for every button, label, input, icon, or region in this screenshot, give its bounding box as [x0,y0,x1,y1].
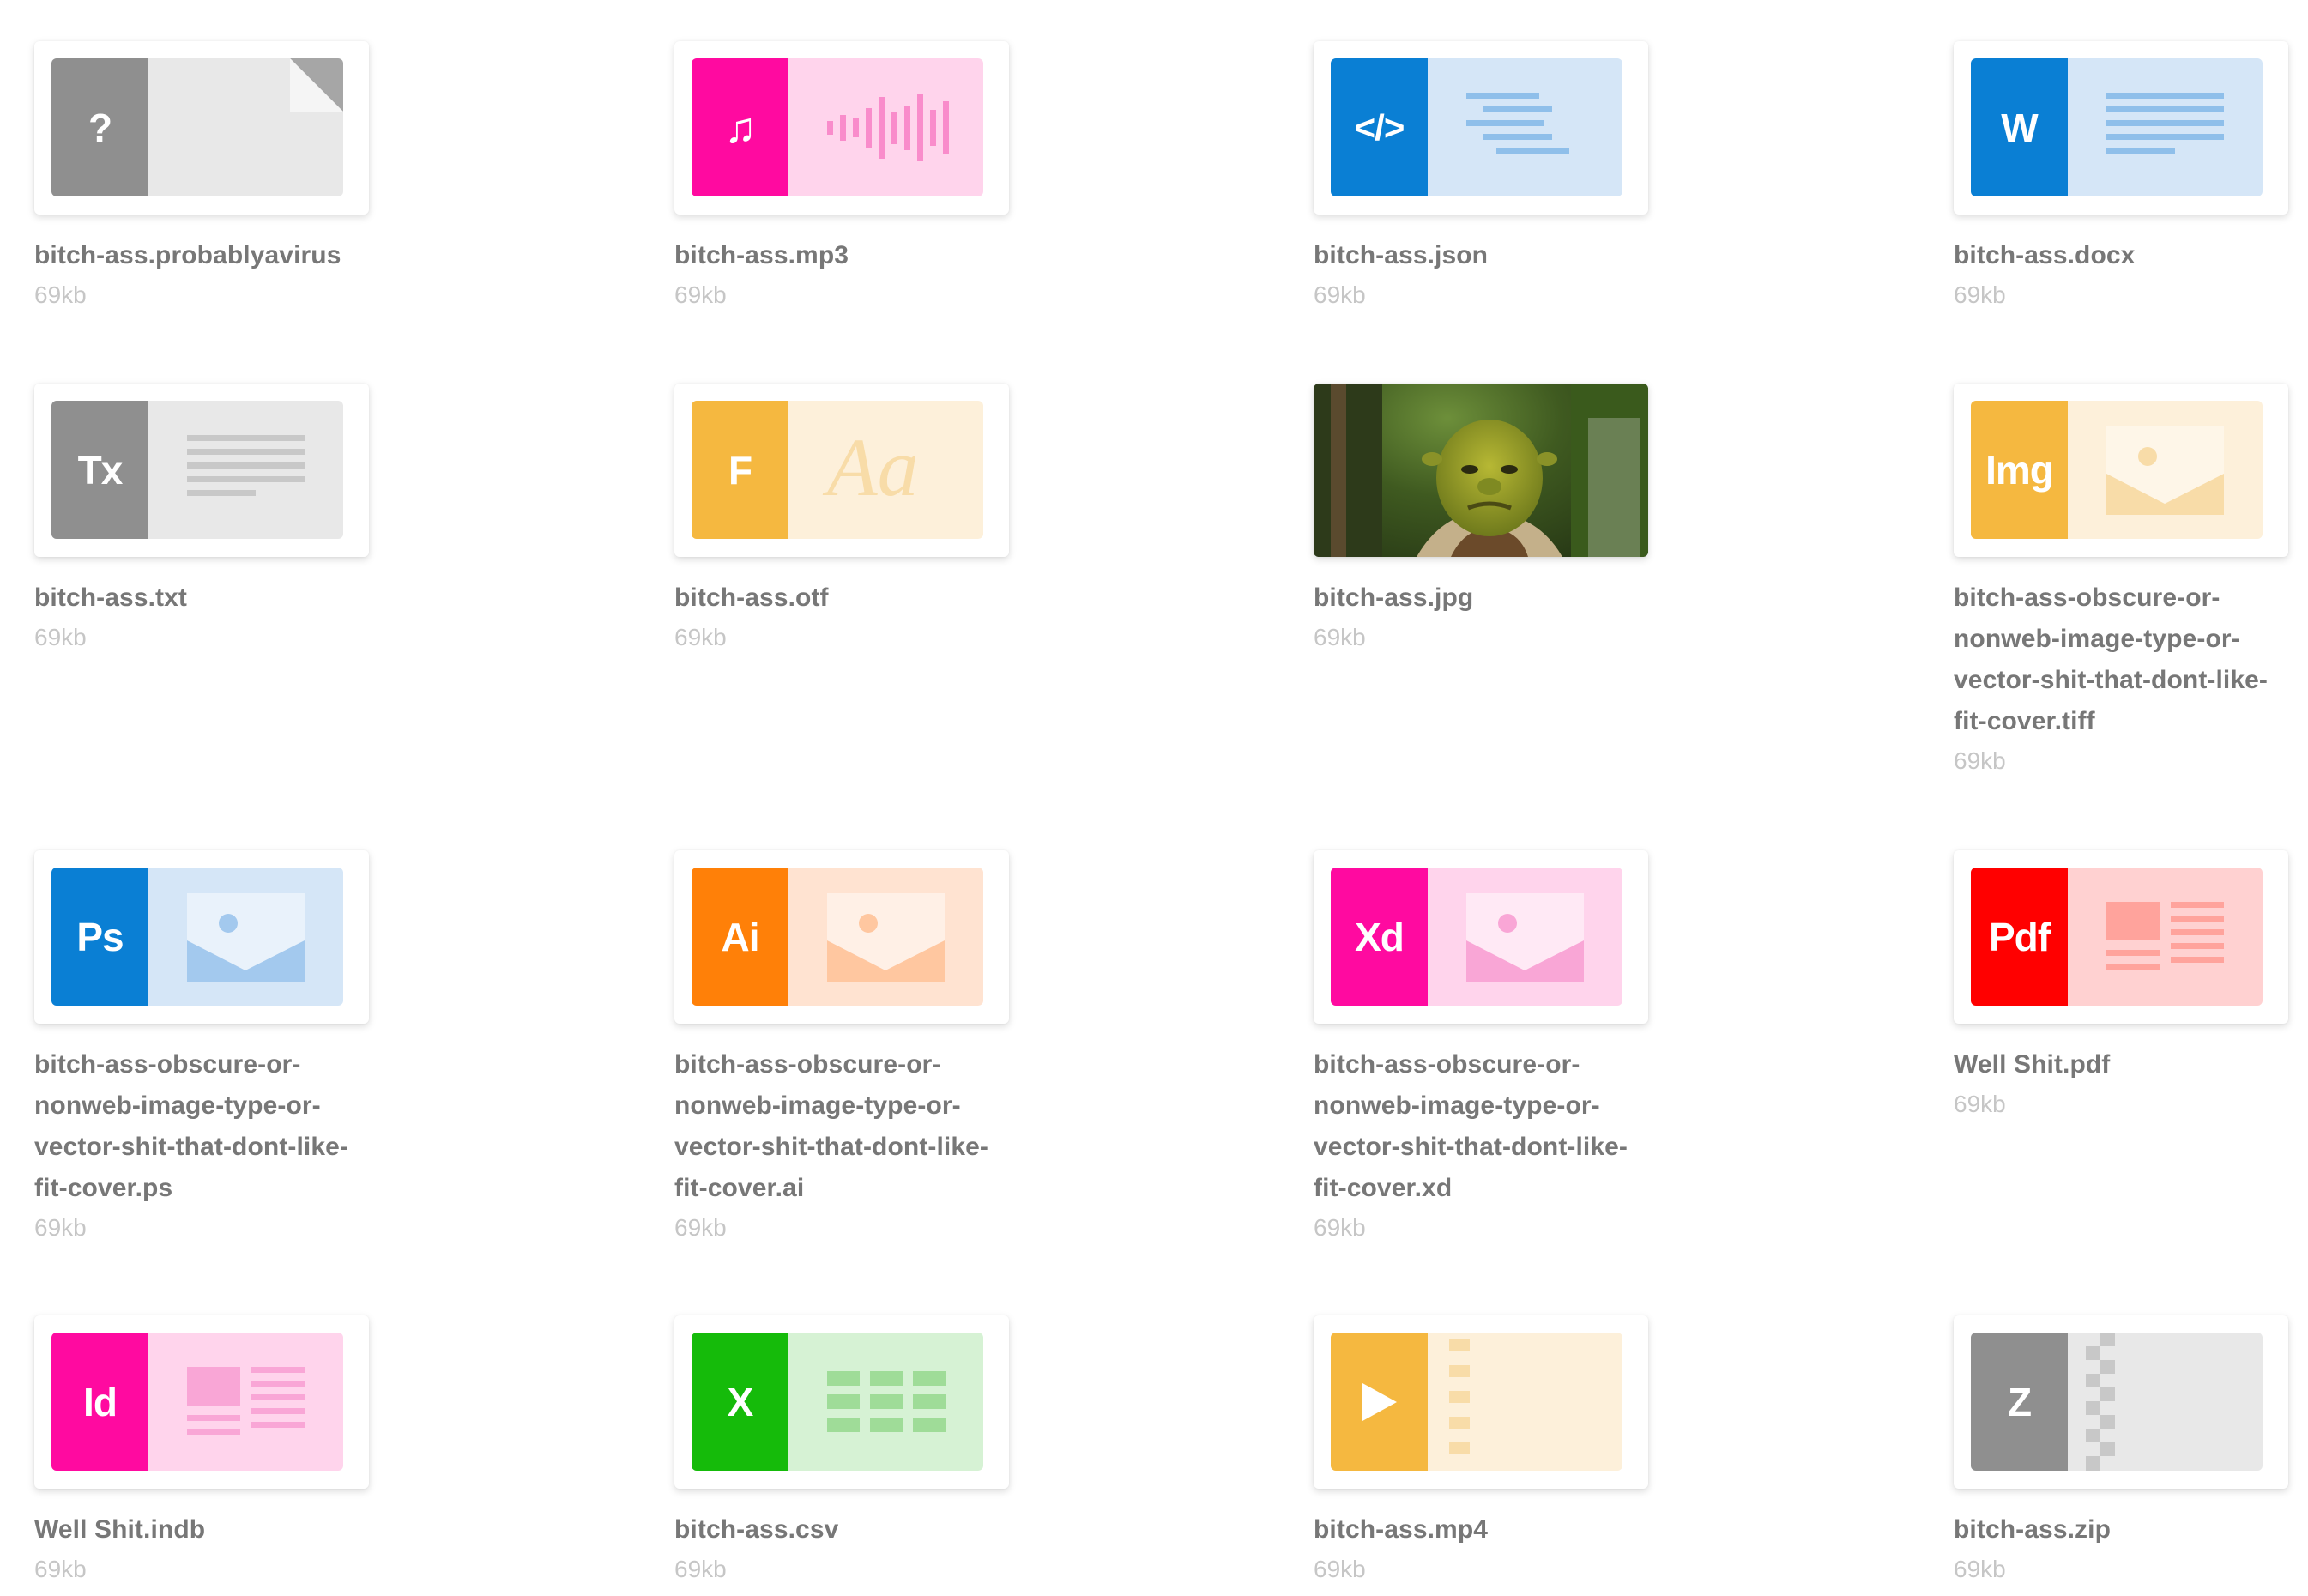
file-size: 69kb [674,624,727,650]
file-thumbnail[interactable]: Ai [674,850,1009,1024]
text-lines-preview [148,401,343,539]
indesign-icon: Id [51,1333,148,1471]
file-tile-ai[interactable]: Ai bitch-ass-obscure-or-nonweb-image-typ… [674,850,1009,1247]
file-size: 69kb [34,624,87,650]
file-tile-docx[interactable]: W bitch-ass.docx 69kb [1954,41,2288,314]
document-lines-preview [2068,58,2263,196]
file-tile-jpg[interactable]: bitch-ass.jpg 69kb [1314,384,1648,656]
file-name[interactable]: bitch-ass.mp4 [1314,1509,1648,1551]
file-name[interactable]: bitch-ass-obscure-or-nonweb-image-type-o… [674,1044,1009,1209]
image-placeholder-preview [1428,868,1622,1006]
file-size: 69kb [1954,747,2006,774]
file-thumbnail[interactable]: </> [1314,41,1648,215]
photo-thumbnail [1314,384,1648,557]
word-document-icon: W [1971,58,2068,196]
photoshop-icon: Ps [51,868,148,1006]
file-size: 69kb [34,1556,87,1582]
video-icon [1331,1333,1428,1471]
file-thumbnail[interactable] [1314,1315,1648,1489]
pdf-icon: Pdf [1971,868,2068,1006]
audio-icon: ♫ [692,58,788,196]
file-name[interactable]: Well Shit.indb [34,1509,369,1551]
font-sample-text: Aa [827,421,919,513]
file-thumbnail[interactable]: W [1954,41,2288,215]
film-strip-preview [1428,1333,1622,1471]
file-size: 69kb [1954,1091,2006,1117]
file-thumbnail[interactable]: Z [1954,1315,2288,1489]
file-name[interactable]: bitch-ass-obscure-or-nonweb-image-type-o… [1954,577,2288,742]
font-sample-preview: Aa [788,401,983,539]
file-name[interactable]: bitch-ass-obscure-or-nonweb-image-type-o… [34,1044,369,1209]
file-size: 69kb [34,1214,87,1241]
file-size: 69kb [1314,624,1366,650]
file-tile-txt[interactable]: Tx bitch-ass.txt 69kb [34,384,369,656]
image-placeholder-preview [788,868,983,1006]
file-name[interactable]: bitch-ass.mp3 [674,235,1009,276]
file-tile-mp4[interactable]: bitch-ass.mp4 69kb [1314,1315,1648,1588]
play-icon [1362,1382,1397,1421]
file-tile-xd[interactable]: Xd bitch-ass-obscure-or-nonweb-image-typ… [1314,850,1648,1247]
file-size: 69kb [1954,1556,2006,1582]
zipper-preview [2068,1333,2263,1471]
spreadsheet-icon: X [692,1333,788,1471]
illustrator-icon: Ai [692,868,788,1006]
file-thumbnail[interactable]: Xd [1314,850,1648,1024]
file-size: 69kb [1954,281,2006,308]
file-thumbnail[interactable]: Ps [34,850,369,1024]
file-name[interactable]: bitch-ass.txt [34,577,369,619]
file-thumbnail[interactable]: ? [34,41,369,215]
layout-preview [148,1333,343,1471]
file-name[interactable]: bitch-ass.json [1314,235,1648,276]
layout-preview [2068,868,2263,1006]
file-size: 69kb [674,1556,727,1582]
file-size: 69kb [1314,1556,1366,1582]
file-name[interactable]: bitch-ass.otf [674,577,1009,619]
file-size: 69kb [34,281,87,308]
file-tile-probablyavirus[interactable]: ? bitch-ass.probablyavirus 69kb [34,41,369,314]
image-placeholder-preview [148,868,343,1006]
font-icon: F [692,401,788,539]
file-thumbnail[interactable] [1314,384,1648,557]
waveform-preview [788,58,983,196]
file-name[interactable]: bitch-ass.zip [1954,1509,2288,1551]
image-icon: Img [1971,401,2068,539]
file-thumbnail[interactable]: ♫ [674,41,1009,215]
xd-icon: Xd [1331,868,1428,1006]
code-lines-preview [1428,58,1622,196]
file-thumbnail[interactable]: F Aa [674,384,1009,557]
text-document-icon: Tx [51,401,148,539]
file-tile-tiff[interactable]: Img bitch-ass-obscure-or-nonweb-image-ty… [1954,384,2288,780]
image-placeholder-preview [2068,401,2263,539]
file-tile-mp3[interactable]: ♫ bitch-ass.mp3 69kb [674,41,1009,314]
spreadsheet-grid-preview [788,1333,983,1471]
file-thumbnail[interactable]: X [674,1315,1009,1489]
file-thumbnail[interactable]: Img [1954,384,2288,557]
file-tile-json[interactable]: </> bitch-ass.json 69kb [1314,41,1648,314]
file-size: 69kb [1314,281,1366,308]
file-name[interactable]: bitch-ass.docx [1954,235,2288,276]
archive-icon: Z [1971,1333,2068,1471]
file-tile-zip[interactable]: Z bitch-ass.zip 69kb [1954,1315,2288,1588]
file-tile-indb[interactable]: Id Well Shit.indb 69kb [34,1315,369,1588]
file-size: 69kb [674,281,727,308]
file-tile-csv[interactable]: X bitch-ass.csv 69kb [674,1315,1009,1588]
unknown-file-icon: ? [51,58,148,196]
file-thumbnail[interactable]: Tx [34,384,369,557]
file-thumbnail[interactable]: Pdf [1954,850,2288,1024]
file-tile-pdf[interactable]: Pdf Well Shit.pdf 69kb [1954,850,2288,1123]
file-name[interactable]: bitch-ass-obscure-or-nonweb-image-type-o… [1314,1044,1648,1209]
file-tile-ps[interactable]: Ps bitch-ass-obscure-or-nonweb-image-typ… [34,850,369,1247]
file-size: 69kb [1314,1214,1366,1241]
file-name[interactable]: Well Shit.pdf [1954,1044,2288,1085]
file-thumbnail[interactable]: Id [34,1315,369,1489]
file-name[interactable]: bitch-ass.jpg [1314,577,1648,619]
code-icon: </> [1331,58,1428,196]
file-tile-otf[interactable]: F Aa bitch-ass.otf 69kb [674,384,1009,656]
page-fold-preview [148,58,343,196]
file-name[interactable]: bitch-ass.csv [674,1509,1009,1551]
file-name[interactable]: bitch-ass.probablyavirus [34,235,369,276]
file-size: 69kb [674,1214,727,1241]
